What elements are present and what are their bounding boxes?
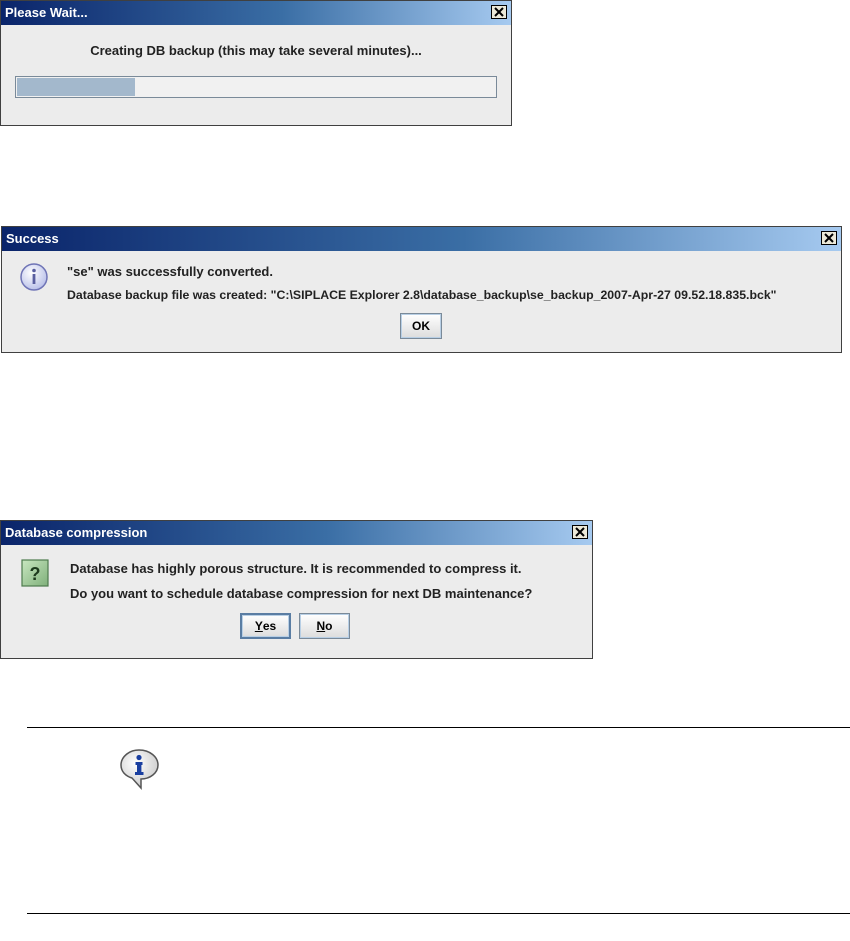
close-icon <box>824 233 834 243</box>
success-titlebar[interactable]: Success <box>2 227 841 251</box>
success-line-1: "se" was successfully converted. <box>67 264 273 279</box>
please-wait-title: Please Wait... <box>5 5 88 20</box>
ok-button[interactable]: OK <box>400 313 442 339</box>
database-compression-dialog: Database compression ? Database has high… <box>0 520 593 659</box>
compression-titlebar[interactable]: Database compression <box>1 521 592 545</box>
compression-line-1: Database has highly porous structure. It… <box>70 561 522 576</box>
please-wait-close-button[interactable] <box>491 5 507 19</box>
success-title: Success <box>6 231 59 246</box>
yes-button[interactable]: Yes <box>240 613 291 639</box>
yes-mnemonic: Y <box>254 619 263 633</box>
no-button[interactable]: No <box>299 613 350 639</box>
please-wait-titlebar[interactable]: Please Wait... <box>1 1 511 25</box>
yes-rest: es <box>262 619 277 633</box>
compression-line-2: Do you want to schedule database compres… <box>70 586 533 601</box>
no-rest: o <box>325 619 333 633</box>
info-icon <box>20 263 48 291</box>
close-icon <box>494 7 504 17</box>
question-icon: ? <box>21 559 49 587</box>
compression-close-button[interactable] <box>572 525 588 539</box>
backup-progress-fill <box>17 78 135 96</box>
please-wait-message: Creating DB backup (this may take severa… <box>90 43 422 58</box>
success-close-button[interactable] <box>821 231 837 245</box>
compression-title: Database compression <box>5 525 148 540</box>
backup-progress-bar <box>15 76 497 98</box>
close-icon <box>575 527 585 537</box>
no-mnemonic: N <box>316 619 326 633</box>
svg-text:?: ? <box>30 564 41 584</box>
info-bubble-icon <box>120 749 159 790</box>
please-wait-dialog: Please Wait... Creating DB backup (this … <box>0 0 512 126</box>
note-bottom-rule <box>27 913 850 914</box>
success-line-2: Database backup file was created: "C:\SI… <box>67 288 777 302</box>
note-top-rule <box>27 727 850 728</box>
success-dialog: Success "se" was successfully converted.… <box>1 226 842 353</box>
